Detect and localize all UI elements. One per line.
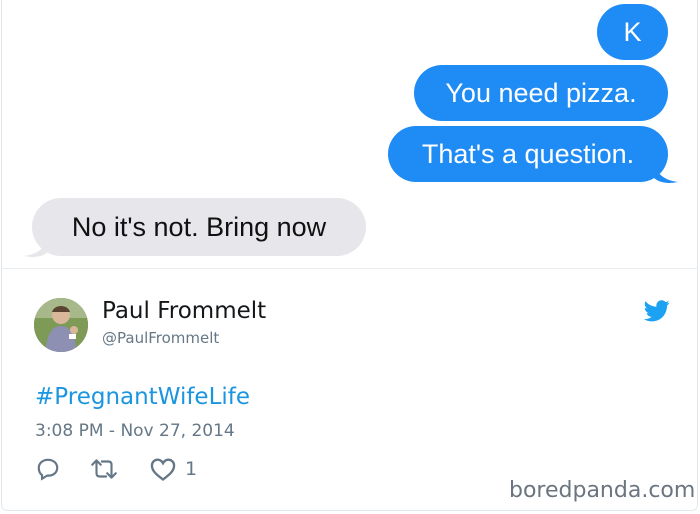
hashtag-link[interactable]: #PregnantWifeLife bbox=[35, 384, 250, 410]
author-handle[interactable]: @PaulFrommelt bbox=[102, 329, 219, 347]
bubble-tail-icon bbox=[24, 236, 48, 257]
chat-screenshot: K You need pizza. That's a question. No … bbox=[2, 0, 697, 269]
watermark: boredpanda.com bbox=[509, 478, 696, 503]
like-count: 1 bbox=[185, 458, 198, 480]
avatar-photo bbox=[34, 298, 88, 352]
message-bubble-outgoing: That's a question. bbox=[388, 126, 668, 182]
reply-icon[interactable] bbox=[35, 456, 61, 482]
author-name[interactable]: Paul Frommelt bbox=[102, 298, 266, 324]
avatar[interactable] bbox=[34, 298, 88, 352]
message-bubble-outgoing: K bbox=[597, 4, 668, 60]
heart-icon[interactable] bbox=[149, 456, 177, 482]
twitter-bird-icon[interactable] bbox=[644, 300, 670, 322]
tweet-card: K You need pizza. That's a question. No … bbox=[1, 0, 698, 511]
retweet-icon[interactable] bbox=[89, 456, 119, 482]
tweet-timestamp[interactable]: 3:08 PM - Nov 27, 2014 bbox=[35, 421, 235, 441]
message-bubble-incoming: No it's not. Bring now bbox=[32, 198, 366, 256]
message-bubble-outgoing: You need pizza. bbox=[414, 65, 668, 121]
bubble-tail-icon bbox=[654, 162, 678, 183]
